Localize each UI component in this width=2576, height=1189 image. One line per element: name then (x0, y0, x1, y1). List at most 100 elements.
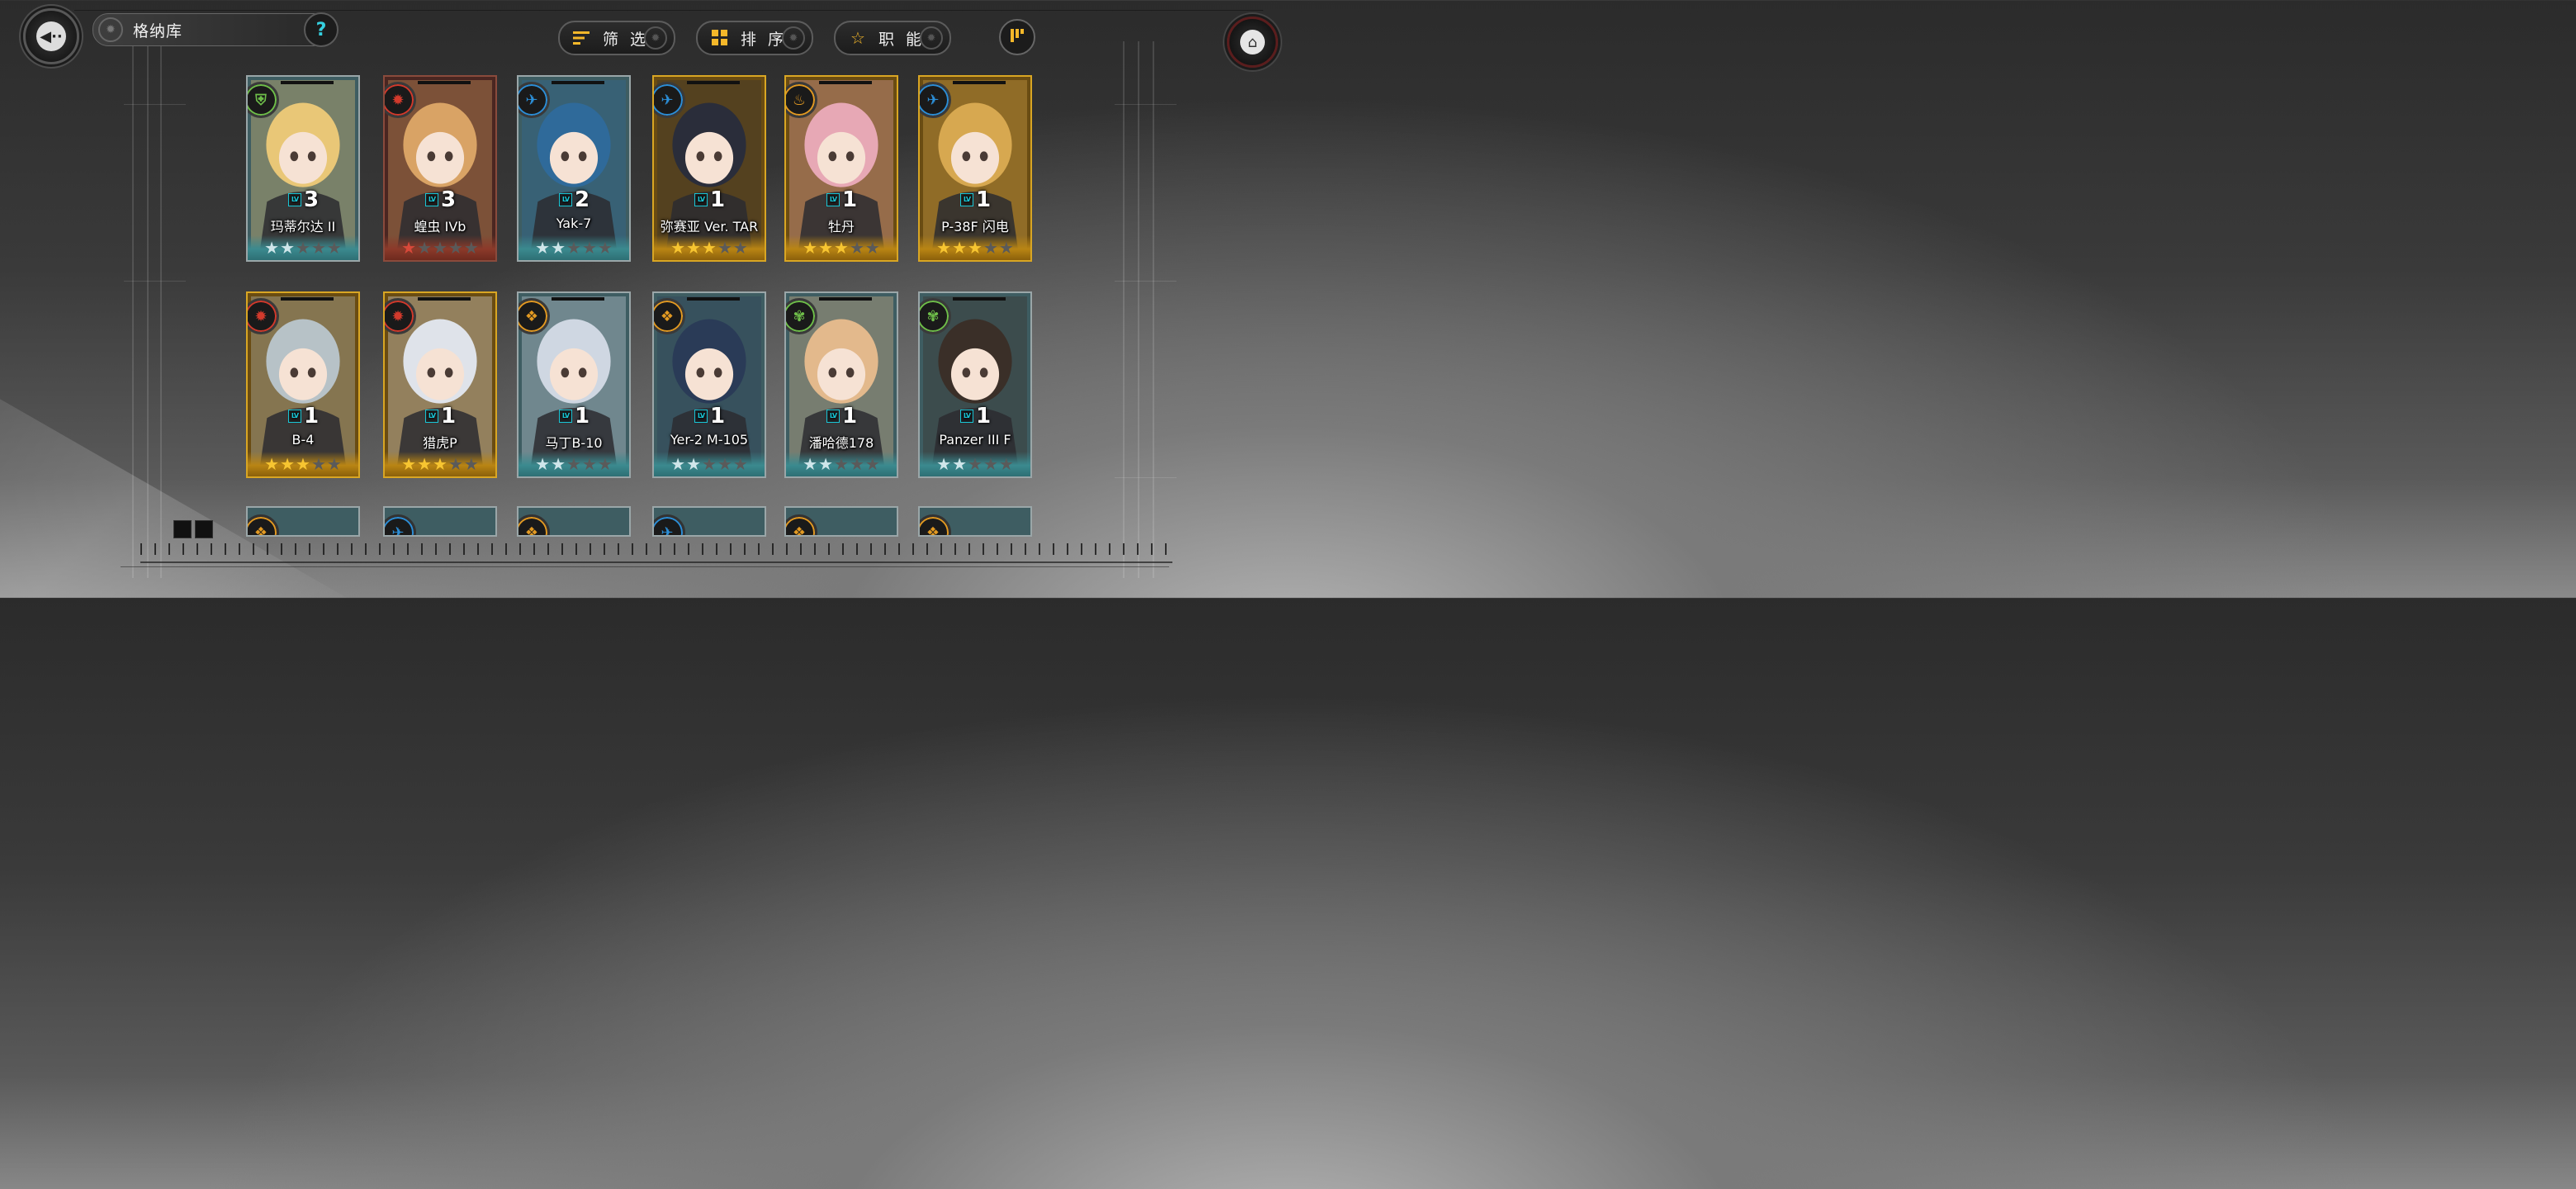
character-card[interactable]: ✾ LV 1 Panzer III F ★ ★ ★ ★ ★ (918, 291, 1032, 478)
card-top-bar (687, 81, 740, 84)
star-filled-icon: ★ (535, 238, 551, 258)
star-empty-icon: ★ (417, 238, 433, 258)
card-top-bar (819, 81, 872, 84)
star-rating: ★ ★ ★ ★ ★ (920, 235, 1030, 260)
level-display: LV 2 (519, 187, 629, 212)
star-empty-icon: ★ (566, 238, 581, 258)
star-empty-icon: ★ (849, 238, 864, 258)
card-top-bar (552, 81, 604, 84)
level-tag-icon: LV (959, 193, 973, 206)
star-empty-icon: ★ (983, 454, 998, 474)
bomb-icon: ❖ (248, 514, 279, 535)
star-empty-icon: ★ (326, 454, 342, 474)
character-name: Yer-2 M-105 (670, 432, 749, 448)
character-card-partial[interactable]: ❖ (784, 506, 898, 537)
star-empty-icon: ★ (326, 238, 342, 258)
filter-button[interactable]: 筛 选 ✹ (558, 21, 675, 55)
star-empty-icon: ★ (310, 238, 326, 258)
star-rating: ★ ★ ★ ★ ★ (786, 452, 897, 476)
character-card[interactable]: ✾ LV 1 潘哈德178 ★ ★ ★ ★ ★ (784, 291, 898, 478)
hangar-screen: ◀·· ✹ 格纳库 ? 筛 选 ✹ 排 序 ✹ ☆ 职 能 ✹ ⌂ ⛨ LV 3 玛蒂… (0, 0, 1295, 598)
frame-line (1138, 41, 1139, 578)
character-card-partial[interactable]: ✈ (652, 506, 766, 537)
filter-label: 筛 选 (603, 30, 650, 49)
level-display: LV 1 (654, 404, 765, 429)
star-empty-icon: ★ (296, 238, 310, 258)
star-filled-icon: ★ (952, 238, 968, 258)
level-display: LV 1 (385, 404, 495, 429)
bomb-icon: ❖ (920, 514, 951, 535)
star-empty-icon: ★ (447, 238, 463, 258)
page-title-bar: ✹ 格纳库 (92, 13, 317, 46)
frame-line (1115, 477, 1177, 478)
star-empty-icon: ★ (732, 238, 748, 258)
bomb-icon: ❖ (519, 514, 550, 535)
character-card[interactable]: ✈ LV 1 P-38F 闪电 ★ ★ ★ ★ ★ (918, 75, 1032, 262)
page-title: 格纳库 (133, 21, 183, 40)
frame-line (147, 41, 149, 578)
level-value: 1 (709, 187, 725, 212)
star-empty-icon: ★ (463, 238, 479, 258)
home-button[interactable]: ⌂ (1227, 17, 1278, 68)
level-display: LV 1 (786, 404, 897, 429)
question-icon: ? (315, 19, 327, 40)
character-card[interactable]: ❖ LV 1 Yer-2 M-105 ★ ★ ★ ★ ★ (652, 291, 766, 478)
star-empty-icon: ★ (998, 238, 1014, 258)
character-card[interactable]: ✹ LV 3 蝗虫 IVb ★ ★ ★ ★ ★ (383, 75, 497, 262)
star-filled-icon: ★ (686, 454, 702, 474)
star-empty-icon: ★ (717, 454, 732, 474)
star-filled-icon: ★ (296, 454, 310, 474)
star-filled-icon: ★ (417, 454, 433, 474)
sort-order-button[interactable] (999, 19, 1035, 55)
level-display: LV 1 (248, 404, 358, 429)
frame-line (1115, 281, 1177, 282)
role-button[interactable]: ☆ 职 能 ✹ (834, 21, 951, 55)
level-tag-icon: LV (287, 193, 301, 206)
help-button[interactable]: ? (304, 12, 339, 47)
frame-line (132, 41, 134, 578)
character-card[interactable]: ✈ LV 1 弥赛亚 Ver. TAR ★ ★ ★ ★ ★ (652, 75, 766, 262)
level-tag-icon: LV (287, 410, 301, 423)
character-name: 猎虎P (423, 435, 457, 451)
character-card[interactable]: ♨ LV 1 牡丹 ★ ★ ★ ★ ★ (784, 75, 898, 262)
star-empty-icon: ★ (983, 238, 998, 258)
level-display: LV 1 (920, 404, 1030, 429)
level-tag-icon: LV (558, 193, 572, 206)
sort-button[interactable]: 排 序 ✹ (696, 21, 813, 55)
star-empty-icon: ★ (998, 454, 1014, 474)
character-card[interactable]: ❖ LV 1 马丁B-10 ★ ★ ★ ★ ★ (517, 291, 631, 478)
level-display: LV 1 (920, 187, 1030, 212)
ruler-line (140, 561, 1172, 563)
star-empty-icon: ★ (864, 238, 880, 258)
card-top-bar (281, 297, 334, 301)
character-card[interactable]: ⛨ LV 3 玛蒂尔达 II ★ ★ ★ ★ ★ (246, 75, 360, 262)
card-top-bar (418, 81, 471, 84)
star-filled-icon: ★ (803, 454, 818, 474)
star-filled-icon: ★ (936, 454, 952, 474)
level-display: LV 1 (654, 187, 765, 212)
level-tag-icon: LV (424, 193, 438, 206)
bomb-icon: ❖ (786, 514, 817, 535)
level-value: 1 (440, 404, 456, 429)
star-empty-icon: ★ (849, 454, 864, 474)
character-card-partial[interactable]: ✈ (383, 506, 497, 537)
star-filled-icon: ★ (401, 454, 417, 474)
back-button[interactable]: ◀·· (23, 8, 79, 64)
character-name: 牡丹 (827, 219, 855, 234)
character-card[interactable]: ✹ LV 1 猎虎P ★ ★ ★ ★ ★ (383, 291, 497, 478)
character-card-partial[interactable]: ❖ (246, 506, 360, 537)
card-top-bar (281, 81, 334, 84)
star-empty-icon: ★ (581, 454, 597, 474)
character-card-partial[interactable]: ❖ (918, 506, 1032, 537)
grid-squares-icon (709, 27, 731, 49)
frame-line (1115, 104, 1177, 105)
star-filled-icon: ★ (834, 238, 849, 258)
character-card-partial[interactable]: ❖ (517, 506, 631, 537)
filter-lines-icon (571, 27, 593, 49)
star-filled-icon: ★ (670, 238, 686, 258)
star-filled-icon: ★ (551, 238, 566, 258)
level-value: 1 (975, 187, 991, 212)
character-card[interactable]: ✈ LV 2 Yak-7 ★ ★ ★ ★ ★ (517, 75, 631, 262)
level-tag-icon: LV (424, 410, 438, 423)
character-card[interactable]: ✹ LV 1 B-4 ★ ★ ★ ★ ★ (246, 291, 360, 478)
